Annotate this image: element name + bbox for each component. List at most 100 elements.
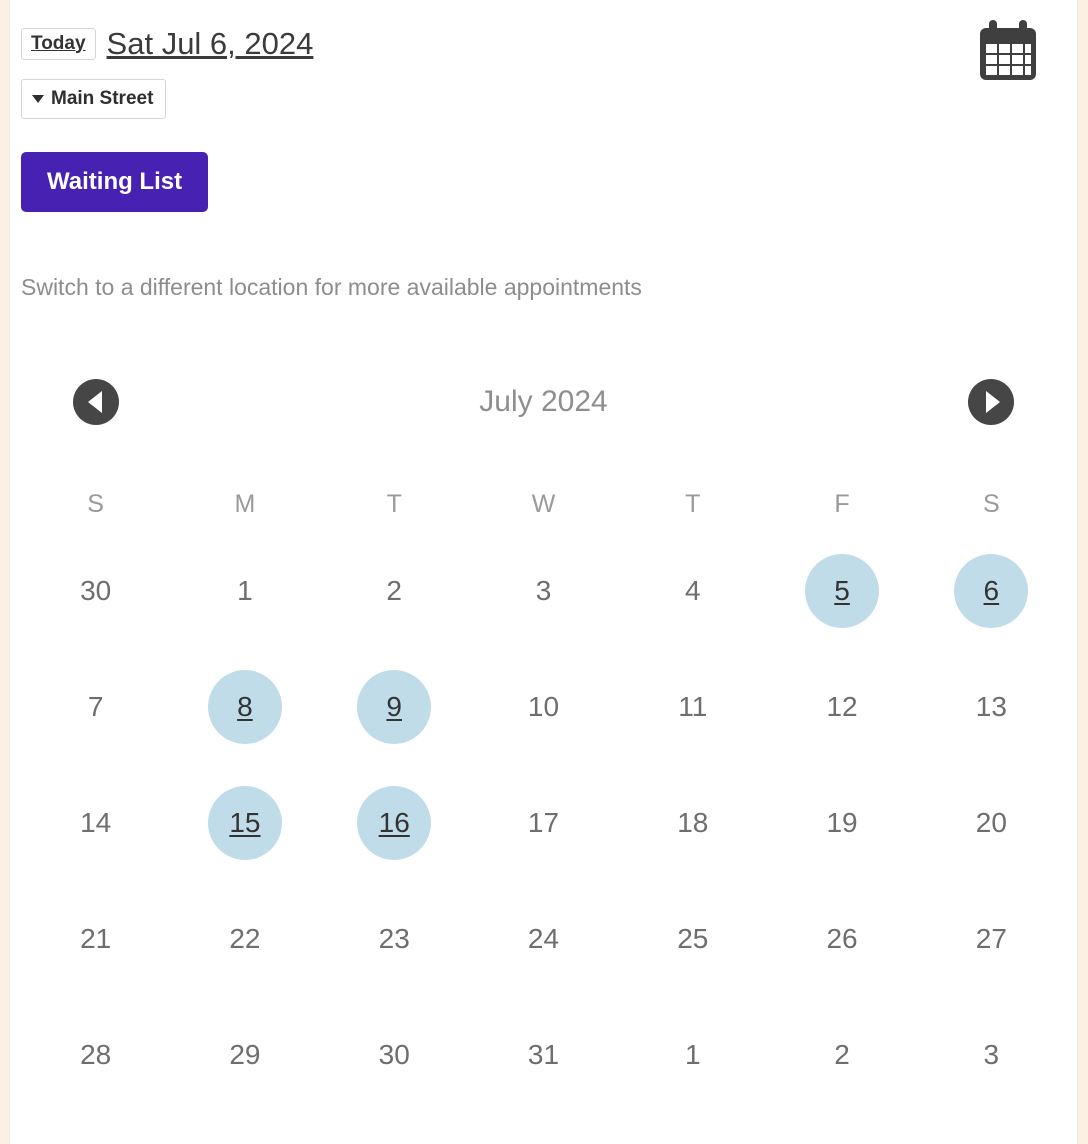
calendar-day-number: 27 [975, 923, 1007, 954]
calendar-day[interactable]: 18 [618, 765, 767, 881]
waiting-list-button[interactable]: Waiting List [21, 152, 209, 212]
calendar-day[interactable]: 1 [618, 997, 767, 1113]
calendar-day-number: 17 [527, 807, 560, 838]
calendar-day[interactable]: 27 [917, 881, 1066, 997]
chevron-down-icon [32, 95, 44, 103]
calendar-day-available[interactable]: 15 [170, 765, 319, 881]
calendar-grid: S M T W T F S 30 1 2 3 4 5 6 7 8 9 10 11 12 13 14 15 16 1… [21, 478, 1066, 1113]
calendar-day-number: 2 [386, 575, 402, 606]
calendar-day-number: 25 [677, 923, 709, 954]
calendar-day[interactable]: 12 [767, 649, 916, 765]
calendar-day[interactable]: 29 [170, 997, 319, 1113]
calendar-day-number: 6 [954, 554, 1029, 628]
calendar-day[interactable]: 26 [767, 881, 916, 997]
calendar-day-number: 30 [80, 575, 112, 606]
weekday-label: T [386, 490, 402, 518]
calendar-week-row: 14 15 16 17 18 19 20 [21, 765, 1066, 881]
calendar-day-number: 19 [826, 807, 858, 838]
calendar-day[interactable]: 3 [469, 533, 618, 649]
calendar-day[interactable]: 31 [469, 997, 618, 1113]
calendar-day-available[interactable]: 9 [320, 649, 469, 765]
calendar-day-number: 9 [357, 670, 432, 744]
header: Today Sat Jul 6, 2024 [21, 26, 313, 62]
calendar-day-number: 30 [378, 1039, 410, 1070]
calendar-day-number: 24 [527, 923, 560, 954]
calendar-day-number: 26 [826, 923, 858, 954]
calendar-week-row: 28 29 30 31 1 2 3 [21, 997, 1066, 1113]
location-selector[interactable]: Main Street [21, 79, 167, 119]
chevron-left-icon [87, 391, 102, 413]
calendar-day[interactable]: 14 [21, 765, 170, 881]
previous-month-button[interactable] [73, 379, 119, 425]
calendar-day-available[interactable]: 16 [320, 765, 469, 881]
calendar-day-number: 2 [834, 1039, 850, 1070]
calendar-day-available[interactable]: 5 [767, 533, 916, 649]
calendar-day[interactable]: 25 [618, 881, 767, 997]
chevron-right-icon [985, 391, 1000, 413]
calendar-day-number: 23 [378, 923, 410, 954]
calendar-day[interactable]: 4 [618, 533, 767, 649]
calendar-weeks: 30 1 2 3 4 5 6 7 8 9 10 11 12 13 14 15 16 17 18 19 20 21 22 23 2… [21, 533, 1066, 1113]
month-navigation: July 2024 [21, 374, 1066, 430]
calendar-day[interactable]: 1 [170, 533, 319, 649]
calendar-day[interactable]: 19 [767, 765, 916, 881]
calendar-day-number: 3 [535, 575, 552, 606]
calendar-day[interactable]: 11 [618, 649, 767, 765]
calendar-icon[interactable] [975, 16, 1041, 88]
calendar-day-number: 8 [207, 670, 282, 744]
month-label: July 2024 [479, 385, 608, 418]
calendar-day-number: 20 [975, 807, 1007, 838]
calendar-day-number: 18 [677, 807, 709, 838]
calendar-day[interactable]: 21 [21, 881, 170, 997]
calendar-week-row: 7 8 9 10 11 12 13 [21, 649, 1066, 765]
calendar-day[interactable]: 20 [917, 765, 1066, 881]
calendar-day-number: 4 [684, 575, 701, 606]
calendar-day[interactable]: 2 [767, 997, 916, 1113]
calendar-day-number: 15 [207, 786, 282, 860]
calendar-day[interactable]: 2 [320, 533, 469, 649]
weekday-label: S [983, 490, 1000, 518]
calendar-day[interactable]: 24 [469, 881, 618, 997]
calendar-day-available[interactable]: 6 [917, 533, 1066, 649]
today-button[interactable]: Today [21, 27, 96, 61]
calendar-day-available[interactable]: 8 [170, 649, 319, 765]
calendar-day-number: 12 [826, 691, 858, 722]
weekday-label: M [234, 490, 256, 518]
weekday-label: W [531, 490, 556, 518]
weekday-header-row: S M T W T F S [21, 478, 1066, 533]
calendar-day-number: 7 [87, 691, 104, 722]
content-panel: Today Sat Jul 6, 2024 Main Street Waitin… [9, 0, 1078, 1144]
calendar-day[interactable]: 30 [21, 533, 170, 649]
calendar-day[interactable]: 30 [320, 997, 469, 1113]
calendar-day-number: 10 [527, 691, 560, 722]
calendar-day-number: 5 [805, 554, 880, 628]
calendar-day-number: 13 [975, 691, 1007, 722]
selected-date-title[interactable]: Sat Jul 6, 2024 [107, 26, 314, 62]
weekday-label: T [685, 490, 701, 518]
calendar-day-number: 31 [527, 1039, 560, 1070]
weekday-label: S [87, 490, 104, 518]
calendar-day-number: 14 [80, 807, 112, 838]
calendar-day[interactable]: 7 [21, 649, 170, 765]
appointment-booking-page: Today Sat Jul 6, 2024 Main Street Waitin… [0, 0, 1088, 1144]
next-month-button[interactable] [968, 379, 1014, 425]
calendar-day-number: 16 [357, 786, 432, 860]
calendar-day[interactable]: 22 [170, 881, 319, 997]
weekday-label: F [834, 490, 850, 518]
location-label: Main Street [51, 88, 154, 109]
calendar-day[interactable]: 17 [469, 765, 618, 881]
calendar-day[interactable]: 23 [320, 881, 469, 997]
switch-location-note: Switch to a different location for more … [21, 274, 642, 300]
calendar-day-number: 22 [229, 923, 261, 954]
calendar-day[interactable]: 13 [917, 649, 1066, 765]
calendar-day[interactable]: 3 [917, 997, 1066, 1113]
calendar-day-number: 1 [237, 575, 253, 606]
calendar-day-number: 28 [80, 1039, 112, 1070]
calendar-day-number: 1 [684, 1039, 701, 1070]
calendar-day-number: 29 [229, 1039, 261, 1070]
calendar-day-number: 21 [80, 923, 112, 954]
calendar-day[interactable]: 28 [21, 997, 170, 1113]
calendar-day[interactable]: 10 [469, 649, 618, 765]
calendar-week-row: 30 1 2 3 4 5 6 [21, 533, 1066, 649]
calendar-day-number: 3 [983, 1039, 1000, 1070]
